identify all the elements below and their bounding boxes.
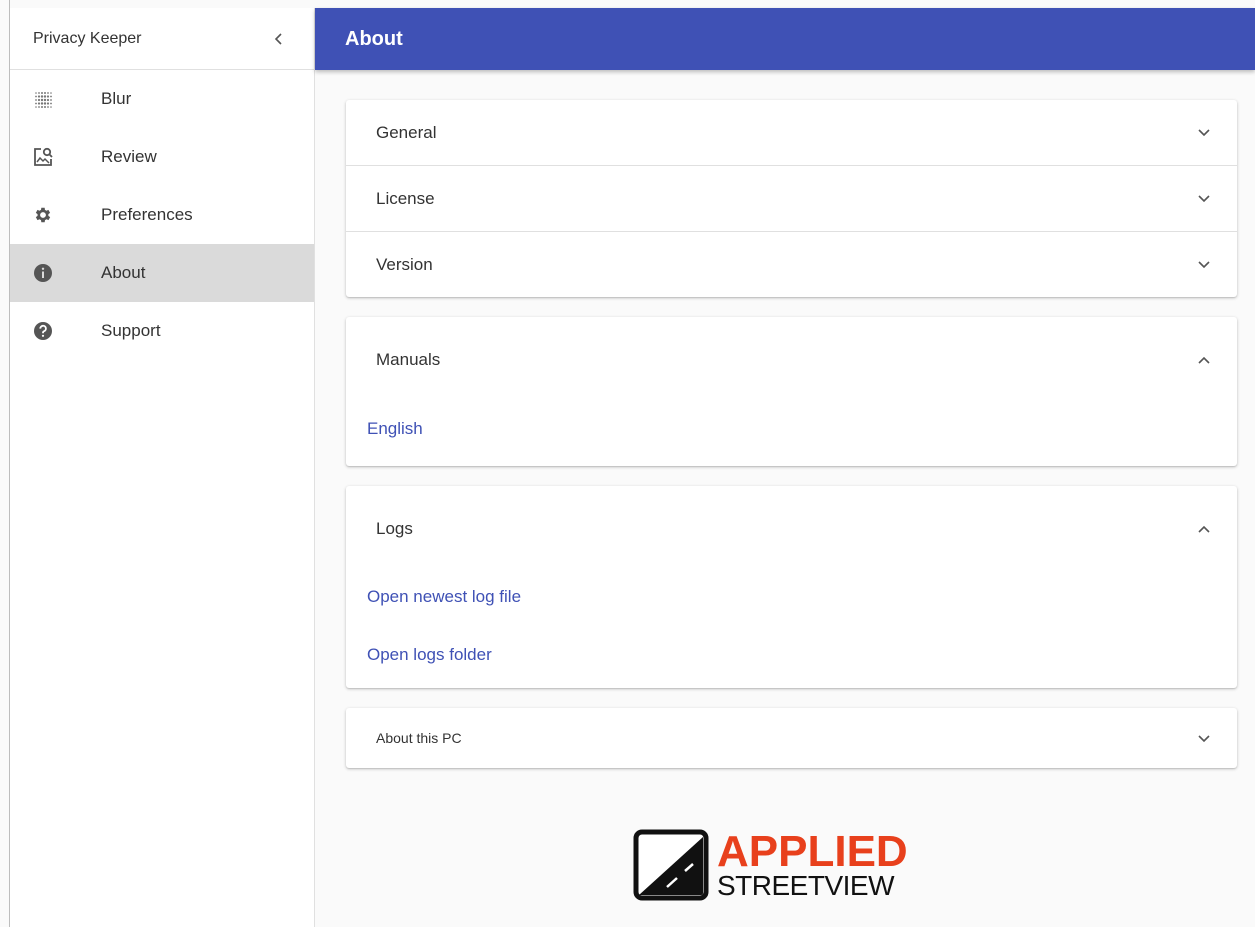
sidebar-nav: Blur Review Preferences About Support (10, 70, 314, 360)
manuals-links: English (346, 403, 1237, 466)
chevron-up-icon (1197, 522, 1211, 536)
sidebar-item-label: About (101, 263, 146, 282)
panel-title: License (376, 188, 435, 208)
logo-mark-icon (633, 829, 709, 901)
sidebar-item-about[interactable]: About (10, 244, 314, 302)
license-panel-header[interactable]: License (346, 166, 1237, 232)
manuals-panel-header[interactable]: Manuals (346, 317, 1237, 403)
image-search-icon (28, 146, 58, 168)
logs-panel-header[interactable]: Logs (346, 486, 1237, 572)
manual-english-link[interactable]: English (367, 414, 1237, 444)
logs-links: Open newest log file Open logs folder (346, 572, 1237, 688)
logo-line-1: APPLIED (717, 827, 908, 876)
sidebar-item-label: Review (101, 147, 157, 166)
logs-panel: Logs Open newest log file Open logs fold… (346, 486, 1237, 688)
help-icon (28, 321, 58, 341)
top-app-bar: About (315, 8, 1255, 70)
gear-icon (28, 205, 58, 225)
logo-line-2: STREETVIEW (717, 870, 895, 901)
sidebar-item-support[interactable]: Support (10, 302, 314, 360)
open-newest-log-link[interactable]: Open newest log file (367, 582, 1237, 612)
sidebar-item-blur[interactable]: Blur (10, 70, 314, 128)
page-title: About (345, 27, 403, 50)
sidebar-item-label: Blur (101, 89, 132, 108)
chevron-up-icon (1197, 353, 1211, 367)
panel-title: Logs (376, 519, 413, 538)
info-icon (28, 263, 58, 283)
chevron-down-icon (1197, 731, 1211, 745)
general-panel-header[interactable]: General (346, 100, 1237, 166)
main-content: General License Version Manuals English … (346, 100, 1237, 788)
manuals-panel: Manuals English (346, 317, 1237, 466)
panel-title: Manuals (376, 350, 441, 369)
collapse-sidebar-button[interactable] (274, 28, 284, 50)
applied-streetview-logo: APPLIED STREETVIEW (633, 827, 953, 903)
app-title: Privacy Keeper (33, 29, 142, 47)
open-logs-folder-link[interactable]: Open logs folder (367, 640, 1237, 670)
logo-text: APPLIED STREETVIEW (717, 830, 908, 900)
sidebar-item-label: Preferences (101, 205, 193, 224)
blur-grid-icon (28, 89, 58, 109)
panel-title: About this PC (376, 730, 462, 746)
sidebar-item-review[interactable]: Review (10, 128, 314, 186)
info-panels-card: General License Version (346, 100, 1237, 297)
panel-title: General (376, 122, 437, 142)
chevron-down-icon (1197, 258, 1211, 272)
chevron-down-icon (1197, 126, 1211, 140)
sidebar-item-preferences[interactable]: Preferences (10, 186, 314, 244)
version-panel-header[interactable]: Version (346, 232, 1237, 297)
about-pc-panel-header[interactable]: About this PC (346, 708, 1237, 768)
sidebar-header: Privacy Keeper (10, 8, 314, 70)
chevron-left-icon (274, 32, 282, 45)
sidebar-item-label: Support (101, 321, 161, 340)
chevron-down-icon (1197, 192, 1211, 206)
about-pc-panel: About this PC (346, 708, 1237, 768)
sidebar: Privacy Keeper Blur Review Preferences A… (10, 8, 315, 927)
panel-title: Version (376, 254, 433, 274)
